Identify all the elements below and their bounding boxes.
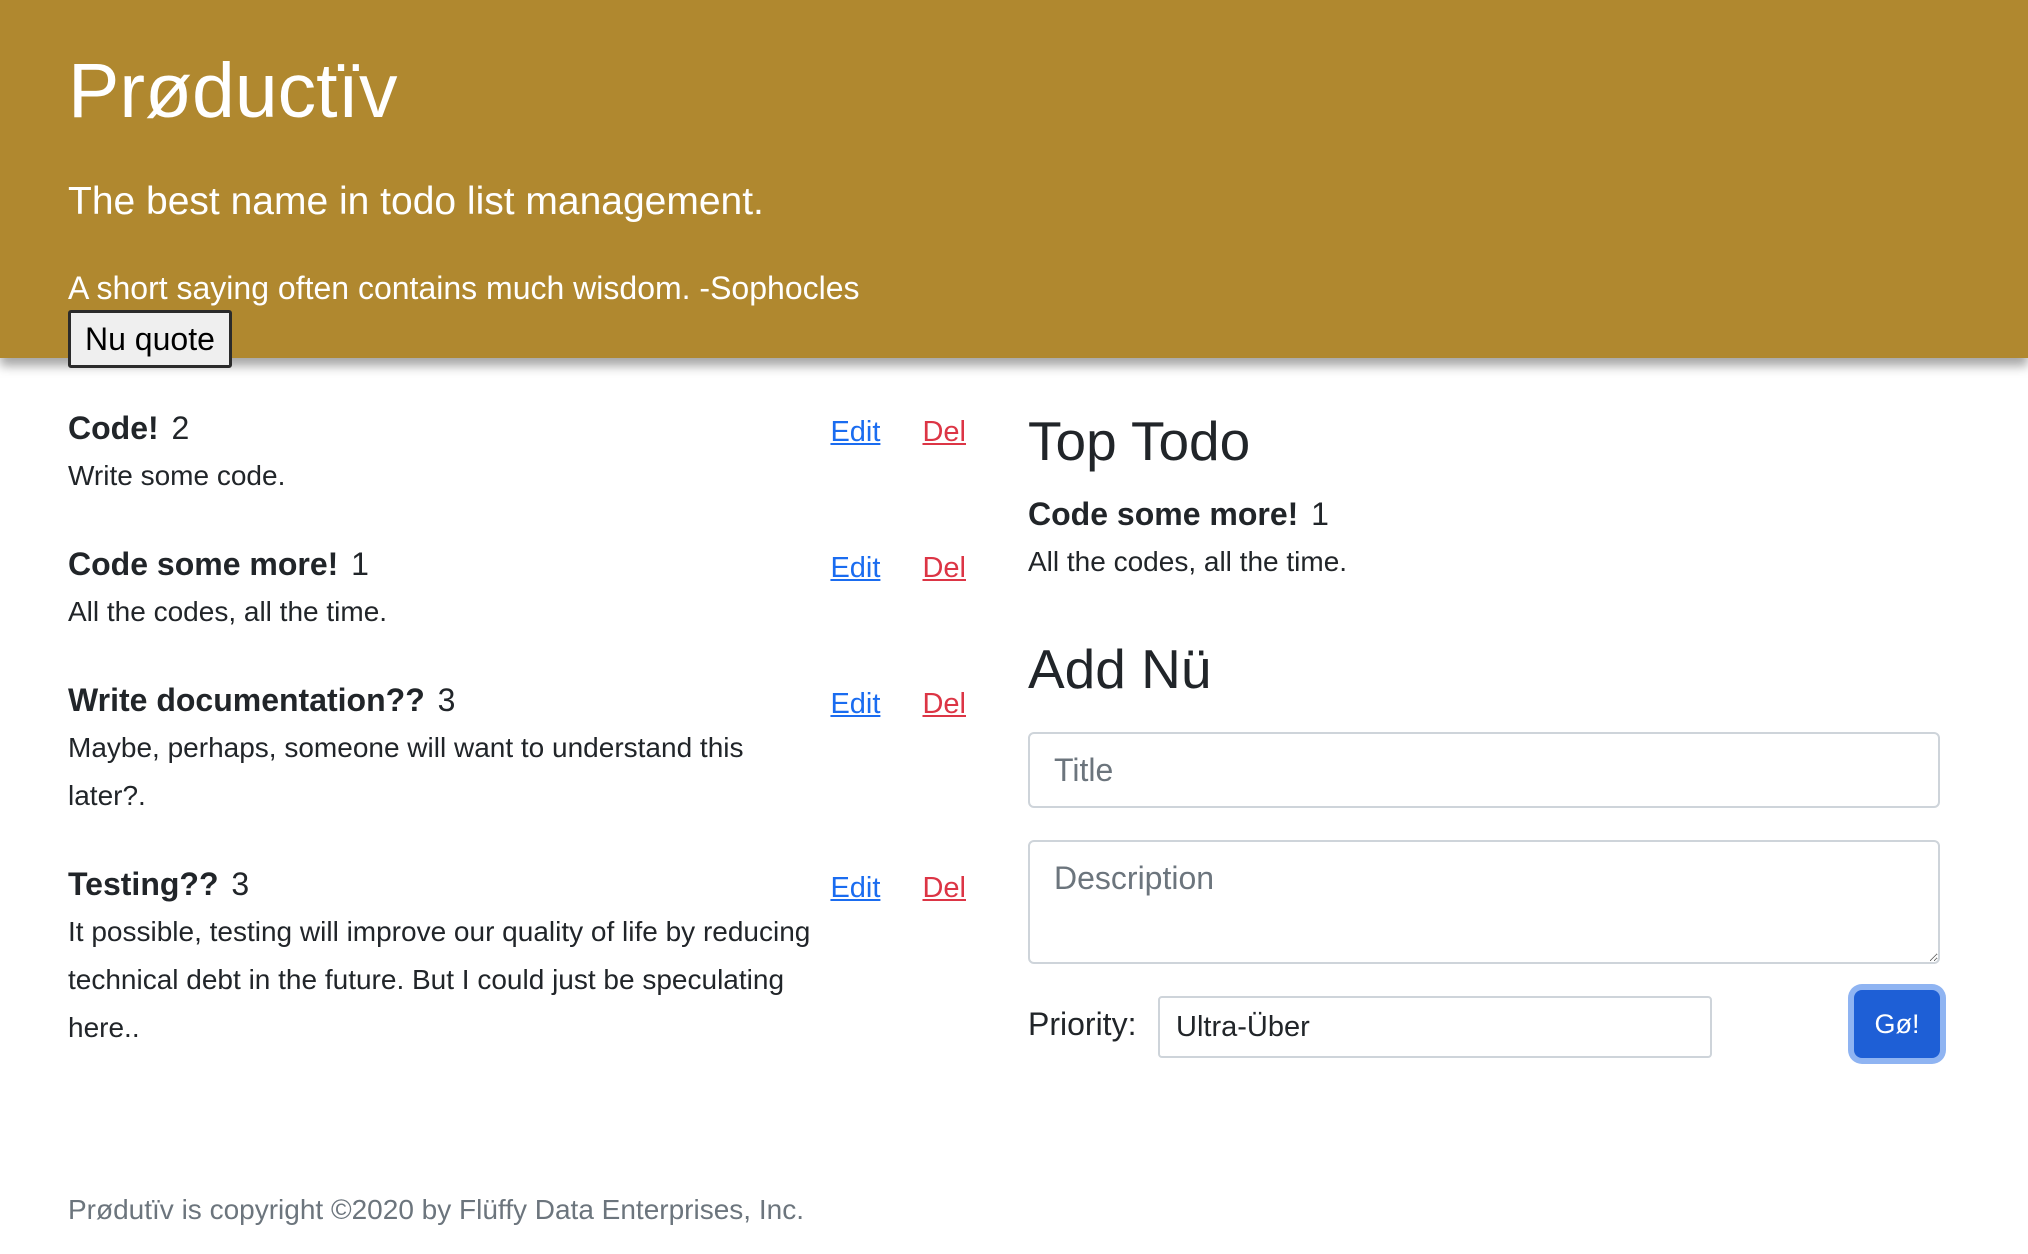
top-todo-description: All the codes, all the time. [1028,546,1348,577]
priority-label: Priority: [1028,1006,1137,1042]
todo-item: Code! 2 Edit Del Write some code. [68,408,966,500]
todo-list: Code! 2 Edit Del Write some code. Code s… [68,408,966,1096]
todo-description: Write some code. [68,460,286,491]
delete-link[interactable]: Del [922,872,966,904]
title-input[interactable] [1028,732,1940,808]
edit-link[interactable]: Edit [830,872,880,904]
todo-item: Code some more! 1 Edit Del All the codes… [68,544,966,636]
top-todo-priority: 1 [1311,496,1329,532]
todo-actions: Edit Del [830,684,966,724]
todo-actions: Edit Del [830,868,966,908]
submit-button[interactable]: Gø! [1854,990,1940,1058]
top-todo-heading: Top Todo [1028,410,1251,472]
side-panel: Top Todo Code some more! 1 All the codes… [1028,408,1940,1066]
top-todo-title-row: Code some more! 1 [1028,494,1940,534]
todo-title: Code some more! [68,546,339,582]
delete-link[interactable]: Del [922,688,966,720]
todo-title: Testing?? [68,866,219,902]
top-todo-title: Code some more! [1028,496,1299,532]
add-todo-form: Priority: Ultra-Über Gø! [1028,702,1940,1066]
description-input[interactable] [1028,840,1940,964]
footer-copyright: Prødutïv is copyright ©2020 by Flüffy Da… [68,1194,804,1225]
edit-link[interactable]: Edit [830,416,880,448]
add-todo-heading: Add Nü [1028,638,1212,700]
main-content: Code! 2 Edit Del Write some code. Code s… [0,358,2028,1254]
edit-link[interactable]: Edit [830,688,880,720]
delete-link[interactable]: Del [922,416,966,448]
priority-row: Priority: Ultra-Über Gø! [1028,990,1940,1066]
quote-text: A short saying often contains much wisdo… [68,270,860,306]
todo-priority: 1 [351,546,369,582]
delete-link[interactable]: Del [922,552,966,584]
todo-actions: Edit Del [830,412,966,452]
todo-priority: 3 [231,866,250,902]
todo-description: All the codes, all the time. [68,596,388,627]
todo-description: It possible, testing will improve our qu… [68,916,811,1043]
todo-item: Testing?? 3 Edit Del It possible, testin… [68,864,966,1052]
todo-actions: Edit Del [830,548,966,588]
todo-priority: 3 [437,682,456,718]
todo-description: Maybe, perhaps, someone will want to und… [68,732,744,811]
tagline: The best name in todo list management. [68,180,764,223]
new-quote-button[interactable]: Nu quote [68,310,232,368]
todo-title: Write documentation?? [68,682,425,718]
priority-select[interactable]: Ultra-Über [1158,996,1712,1058]
todo-priority: 2 [171,410,190,446]
header-banner: Prøductïv The best name in todo list man… [0,0,2028,368]
edit-link[interactable]: Edit [830,552,880,584]
todo-title: Code! [68,410,159,446]
todo-item: Write documentation?? 3 Edit Del Maybe, … [68,680,966,820]
app-title: Prøductïv [68,48,398,134]
